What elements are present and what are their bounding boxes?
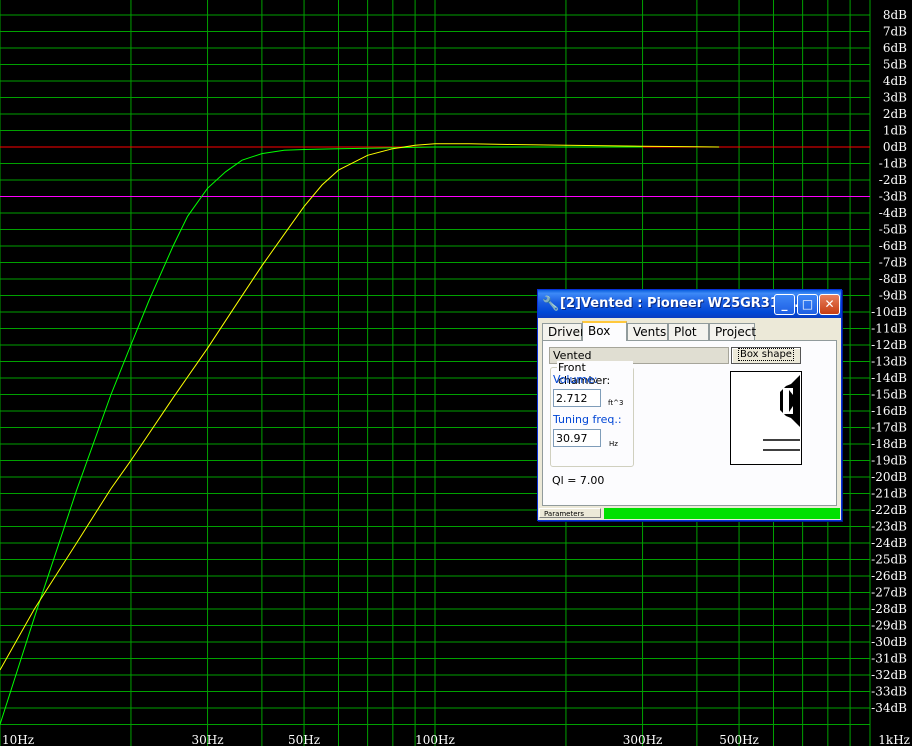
box-shape-button-label: Box shape <box>738 348 794 361</box>
status-progress-fill <box>604 508 840 519</box>
y-tick-label: 6dB <box>883 41 907 55</box>
y-tick-label: -30dB <box>871 635 907 649</box>
front-chamber-group: Front chamber: Volume: 2.712 ft^3 Tuning… <box>550 361 634 467</box>
minimize-button[interactable]: _ <box>774 294 795 315</box>
y-tick-label: 8dB <box>883 8 907 22</box>
y-tick-label: -25dB <box>871 553 907 567</box>
y-tick-label: -13dB <box>871 355 907 369</box>
y-axis-labels: 8dB 7dB 6dB 5dB 4dB 3dB 2dB 1dB 0dB -1dB -2dB -3dB -… <box>871 8 907 715</box>
x-tick-label: 100Hz <box>415 733 455 746</box>
y-tick-label: -18dB <box>871 437 907 451</box>
y-tick-label: -15dB <box>871 388 907 402</box>
tab-plot[interactable]: Plot <box>668 323 709 340</box>
tab-box[interactable]: Box <box>582 321 627 341</box>
x-tick-label: 300Hz <box>623 733 663 746</box>
y-tick-label: -29dB <box>871 619 907 633</box>
y-tick-label: -34dB <box>871 701 907 715</box>
y-tick-label: -9dB <box>879 289 907 303</box>
y-tick-label: -20dB <box>871 470 907 484</box>
wrench-icon: 🔧 <box>542 296 560 312</box>
y-tick-label: 4dB <box>883 74 907 88</box>
box-diagram <box>730 371 802 465</box>
y-tick-label: -4dB <box>879 206 907 220</box>
y-tick-label: -11dB <box>871 322 907 336</box>
box-shape-button[interactable]: Box shape <box>731 347 801 364</box>
box-diagram-drawing <box>763 375 800 451</box>
volume-unit: ft^3 <box>608 399 624 407</box>
y-tick-label: -2dB <box>879 173 907 187</box>
y-tick-label: 2dB <box>883 107 907 121</box>
tuning-freq-input[interactable]: 30.97 <box>553 429 601 447</box>
y-tick-label: -7dB <box>879 256 907 270</box>
y-tick-label: -32dB <box>871 668 907 682</box>
y-tick-label: -5dB <box>879 223 907 237</box>
y-tick-label: -31dB <box>871 652 907 666</box>
vented-box-dialog[interactable]: 🔧 [2]Vented : Pioneer W25GR31-... _ □ ✕ … <box>537 289 842 521</box>
y-tick-label: -16dB <box>871 404 907 418</box>
dialog-title: [2]Vented : Pioneer W25GR31-... <box>560 296 800 311</box>
dialog-titlebar[interactable]: 🔧 [2]Vented : Pioneer W25GR31-... _ □ ✕ <box>538 290 841 318</box>
tuning-freq-unit: Hz <box>609 440 618 448</box>
y-tick-label: 1dB <box>883 124 907 138</box>
y-tick-label: -14dB <box>871 371 907 385</box>
y-tick-label: -8dB <box>879 272 907 286</box>
y-tick-label: 5dB <box>883 58 907 72</box>
x-tick-label: 10Hz <box>2 733 34 746</box>
x-tick-label: 500Hz <box>719 733 759 746</box>
y-tick-label: -19dB <box>871 454 907 468</box>
tab-vents[interactable]: Vents <box>627 323 668 340</box>
y-tick-label: -27dB <box>871 586 907 600</box>
y-tick-label: -1dB <box>879 157 907 171</box>
y-tick-label: -23dB <box>871 520 907 534</box>
tab-project[interactable]: Project <box>709 323 756 340</box>
y-tick-label: 3dB <box>883 91 907 105</box>
y-tick-label: -10dB <box>871 305 907 319</box>
tab-driver[interactable]: Driver <box>542 323 585 340</box>
volume-label: Volume: <box>553 373 598 386</box>
x-tick-label: 1kHz <box>878 733 910 746</box>
parameters-status-label[interactable]: Parameters <box>539 508 601 518</box>
y-tick-label: -33dB <box>871 685 907 699</box>
y-tick-label: 0dB <box>883 140 907 154</box>
y-tick-label: -21dB <box>871 487 907 501</box>
y-tick-label: -6dB <box>879 239 907 253</box>
y-tick-label: -28dB <box>871 602 907 616</box>
ql-value: Ql = 7.00 <box>552 474 605 487</box>
maximize-button[interactable]: □ <box>797 294 818 315</box>
y-tick-label: -12dB <box>871 338 907 352</box>
y-tick-label: 7dB <box>883 25 907 39</box>
x-tick-label: 30Hz <box>192 733 224 746</box>
y-tick-label: -26dB <box>871 569 907 583</box>
y-tick-label: -3dB <box>879 190 907 204</box>
tuning-freq-label: Tuning freq.: <box>553 413 622 426</box>
close-button[interactable]: ✕ <box>819 294 840 315</box>
y-tick-label: -24dB <box>871 536 907 550</box>
status-bar: Parameters <box>538 507 841 520</box>
box-tab-panel: Vented Box shape Front chamber: Volume: … <box>542 340 837 506</box>
volume-input[interactable]: 2.712 <box>553 389 601 407</box>
y-tick-label: -22dB <box>871 503 907 517</box>
y-tick-label: -17dB <box>871 421 907 435</box>
x-tick-label: 50Hz <box>288 733 320 746</box>
